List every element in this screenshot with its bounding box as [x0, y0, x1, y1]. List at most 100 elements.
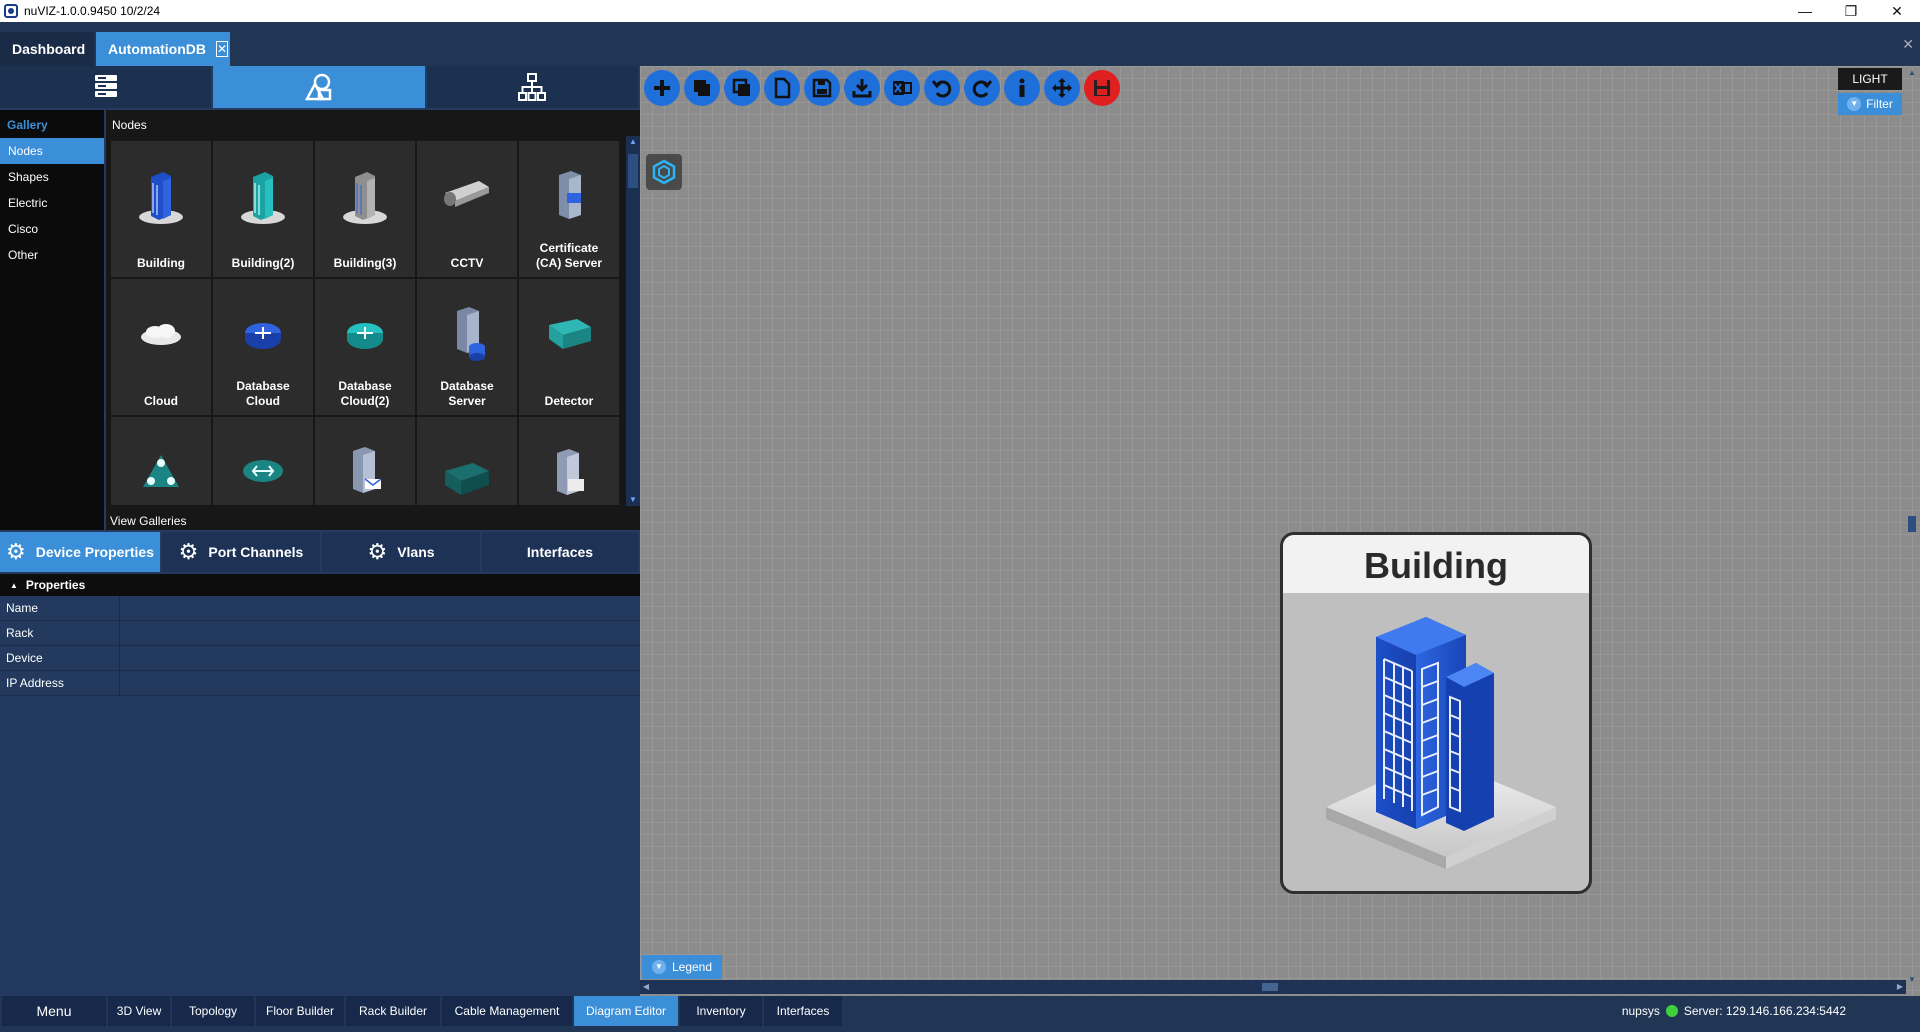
property-value[interactable] [120, 646, 640, 670]
redo-button[interactable] [964, 70, 1000, 106]
property-row-rack: Rack [0, 621, 640, 646]
gallery-item[interactable]: Database Cloud(2) [315, 279, 415, 415]
move-arrows-icon [1052, 78, 1072, 98]
canvas-horizontal-scrollbar[interactable]: ◀ ▶ [640, 980, 1906, 994]
gallery-item[interactable] [213, 417, 313, 505]
tab-automationdb[interactable]: AutomationDB ✕ [96, 32, 230, 66]
move-button[interactable] [1044, 70, 1080, 106]
view-galleries-link[interactable]: View Galleries [110, 514, 186, 528]
theme-toggle-button[interactable]: LIGHT [1838, 68, 1902, 90]
gallery-item-label: Building(2) [231, 256, 295, 270]
save-red-button[interactable] [1084, 70, 1120, 106]
scroll-right-icon[interactable]: ▶ [1894, 980, 1906, 994]
scroll-left-icon[interactable]: ◀ [640, 980, 652, 994]
bottom-navigation: Menu 3D View Topology Floor Builder Rack… [0, 996, 1920, 1032]
property-row-name: Name [0, 596, 640, 621]
gallery-category-shapes[interactable]: Shapes [0, 164, 104, 190]
gallery-item[interactable] [417, 417, 517, 505]
save-button[interactable] [804, 70, 840, 106]
building-node-image [1283, 593, 1589, 891]
tab-interfaces[interactable]: Interfaces [482, 532, 638, 572]
undo-button[interactable] [924, 70, 960, 106]
gallery-item[interactable]: Detector [519, 279, 619, 415]
tab-dashboard[interactable]: Dashboard [0, 32, 94, 66]
scroll-thumb[interactable] [628, 154, 638, 188]
property-key: Name [0, 596, 120, 620]
tab-interfaces-bottom[interactable]: Interfaces [764, 996, 842, 1026]
info-button[interactable] [1004, 70, 1040, 106]
triangle-network-icon [133, 441, 189, 503]
new-page-button[interactable] [764, 70, 800, 106]
send-back-button[interactable] [724, 70, 760, 106]
gallery-item[interactable]: Building [111, 141, 211, 277]
gallery-category-cisco[interactable]: Cisco [0, 216, 104, 242]
gallery-item[interactable]: Cloud [111, 279, 211, 415]
gallery-category-other[interactable]: Other [0, 242, 104, 268]
database-server-icon [439, 303, 495, 365]
properties-header[interactable]: ▲ Properties [0, 574, 640, 596]
tab-floor-builder[interactable]: Floor Builder [256, 996, 344, 1026]
filter-label: Filter [1866, 97, 1893, 111]
bring-front-button[interactable] [684, 70, 720, 106]
gallery-item[interactable]: Database Cloud [213, 279, 313, 415]
tab-close-icon[interactable]: ✕ [216, 41, 229, 57]
add-button[interactable] [644, 70, 680, 106]
gallery-item[interactable]: Certificate (CA) Server [519, 141, 619, 277]
tab-topology[interactable]: Topology [172, 996, 254, 1026]
gallery-category-electric[interactable]: Electric [0, 190, 104, 216]
gallery-item[interactable]: Building(3) [315, 141, 415, 277]
scroll-up-icon[interactable]: ▲ [1906, 68, 1918, 77]
tab-3d-view[interactable]: 3D View [108, 996, 170, 1026]
close-document-button[interactable]: ✕ [1902, 36, 1914, 53]
legend-button[interactable]: ▼ Legend [642, 955, 722, 979]
download-button[interactable] [844, 70, 880, 106]
gallery-item[interactable] [519, 417, 619, 505]
tab-inventory[interactable]: Inventory [680, 996, 762, 1026]
property-tabs: ⚙ Device Properties ⚙ Port Channels ⚙ Vl… [0, 532, 640, 572]
property-value[interactable] [120, 596, 640, 620]
tab-shapes-view[interactable] [213, 66, 425, 108]
property-value[interactable] [120, 671, 640, 695]
scroll-down-icon[interactable]: ▼ [626, 494, 640, 506]
app-logo-icon [4, 4, 18, 18]
gallery-scrollbar[interactable]: ▲ ▼ [626, 136, 640, 506]
tab-diagram-editor[interactable]: Diagram Editor [574, 996, 678, 1026]
scroll-thumb[interactable] [1908, 516, 1916, 532]
tab-vlans[interactable]: ⚙ Vlans [322, 532, 480, 572]
diagram-canvas[interactable]: LIGHT ▼ Filter ▲ ▼ Building ▼ Legend ◀ ▶ [640, 66, 1920, 996]
cloud-icon [133, 303, 189, 365]
gallery-item-label: Cloud [144, 394, 178, 408]
left-panel: Gallery Nodes Shapes Electric Cisco Othe… [0, 66, 640, 996]
tab-rack-builder[interactable]: Rack Builder [346, 996, 440, 1026]
gallery-item[interactable]: Building(2) [213, 141, 313, 277]
building-node[interactable]: Building [1280, 532, 1592, 894]
tab-cable-management[interactable]: Cable Management [442, 996, 572, 1026]
hexagon-node-icon[interactable] [646, 154, 682, 190]
gallery-category-nodes[interactable]: Nodes [0, 138, 104, 164]
tab-hierarchy-view[interactable] [426, 66, 638, 108]
tab-device-properties[interactable]: ⚙ Device Properties [0, 532, 160, 572]
export-excel-button[interactable] [884, 70, 920, 106]
scroll-down-icon[interactable]: ▼ [1906, 975, 1918, 984]
scroll-up-icon[interactable]: ▲ [626, 136, 640, 148]
restore-button[interactable]: ❐ [1828, 0, 1874, 22]
minimize-button[interactable]: — [1782, 0, 1828, 22]
tab-vlans-label: Vlans [397, 544, 435, 560]
scroll-thumb[interactable] [1262, 983, 1278, 991]
property-value[interactable] [120, 621, 640, 645]
gallery-item[interactable] [315, 417, 415, 505]
tab-menu[interactable]: Menu [2, 996, 106, 1026]
legend-label: Legend [671, 960, 713, 974]
filter-button[interactable]: ▼ Filter [1838, 93, 1902, 115]
collapse-triangle-icon[interactable]: ▲ [10, 581, 18, 590]
close-button[interactable]: ✕ [1874, 0, 1920, 22]
tab-rack-view[interactable] [0, 66, 212, 108]
connection-status-icon [1665, 1005, 1678, 1017]
canvas-vertical-scrollbar[interactable]: ▲ ▼ [1906, 68, 1918, 984]
database-cloud-icon [235, 303, 291, 365]
download-icon [852, 79, 872, 98]
gallery-item[interactable] [111, 417, 211, 505]
gallery-item[interactable]: Database Server [417, 279, 517, 415]
tab-port-channels[interactable]: ⚙ Port Channels [162, 532, 320, 572]
gallery-item[interactable]: CCTV [417, 141, 517, 277]
